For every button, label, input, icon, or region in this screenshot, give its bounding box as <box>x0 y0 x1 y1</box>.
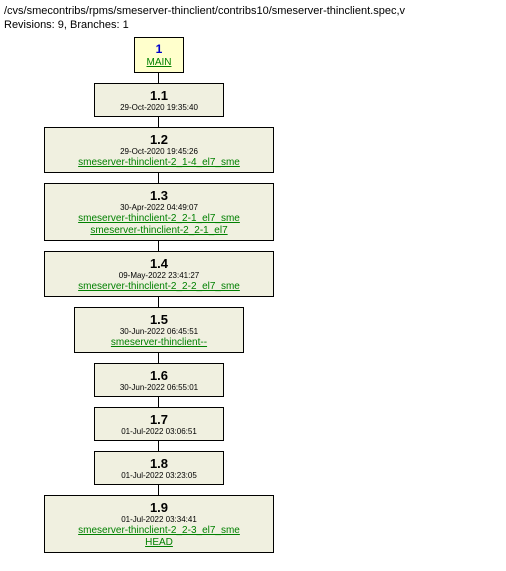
connector <box>158 485 159 495</box>
revision-node[interactable]: 1.129-Oct-2020 19:35:40 <box>94 83 224 117</box>
revision-node[interactable]: 1.530-Jun-2022 06:45:51smeserver-thincli… <box>74 307 244 353</box>
revision-node[interactable]: 1.701-Jul-2022 03:06:51 <box>94 407 224 441</box>
revision-graph: 1 MAIN 1.129-Oct-2020 19:35:401.229-Oct-… <box>4 37 502 553</box>
revision-number[interactable]: 1.1 <box>103 88 215 103</box>
connector <box>158 297 159 307</box>
connector <box>158 73 159 83</box>
connector <box>158 397 159 407</box>
revision-tag[interactable]: smeserver-thinclient-2_2-1_el7 <box>53 224 265 236</box>
revision-number[interactable]: 1.7 <box>103 412 215 427</box>
revision-number[interactable]: 1.9 <box>53 500 265 515</box>
revision-date: 30-Jun-2022 06:55:01 <box>103 383 215 392</box>
revision-date: 30-Jun-2022 06:45:51 <box>83 327 235 336</box>
revision-number[interactable]: 1.3 <box>53 188 265 203</box>
revision-number[interactable]: 1.5 <box>83 312 235 327</box>
revision-tag[interactable]: smeserver-thinclient-2_2-1_el7_sme <box>53 212 265 224</box>
revision-number[interactable]: 1.4 <box>53 256 265 271</box>
revision-number[interactable]: 1.6 <box>103 368 215 383</box>
revision-date: 30-Apr-2022 04:49:07 <box>53 203 265 212</box>
revision-date: 01-Jul-2022 03:34:41 <box>53 515 265 524</box>
branch-node-main[interactable]: 1 MAIN <box>134 37 184 73</box>
revision-date: 01-Jul-2022 03:23:05 <box>103 471 215 480</box>
revision-date: 29-Oct-2020 19:35:40 <box>103 103 215 112</box>
revision-node[interactable]: 1.801-Jul-2022 03:23:05 <box>94 451 224 485</box>
revision-node[interactable]: 1.229-Oct-2020 19:45:26smeserver-thincli… <box>44 127 274 173</box>
revision-tag[interactable]: smeserver-thinclient-2_2-2_el7_sme <box>53 280 265 292</box>
revision-number[interactable]: 1.2 <box>53 132 265 147</box>
connector <box>158 441 159 451</box>
revision-stats: Revisions: 9, Branches: 1 <box>4 18 502 32</box>
connector <box>158 117 159 127</box>
revision-date: 09-May-2022 23:41:27 <box>53 271 265 280</box>
revision-tag[interactable]: smeserver-thinclient-2_1-4_el7_sme <box>53 156 265 168</box>
revision-node[interactable]: 1.409-May-2022 23:41:27smeserver-thincli… <box>44 251 274 297</box>
revision-node[interactable]: 1.330-Apr-2022 04:49:07smeserver-thincli… <box>44 183 274 241</box>
revision-number[interactable]: 1.8 <box>103 456 215 471</box>
revision-node[interactable]: 1.901-Jul-2022 03:34:41smeserver-thincli… <box>44 495 274 553</box>
revision-tag[interactable]: smeserver-thinclient-2_2-3_el7_sme <box>53 524 265 536</box>
revision-tag[interactable]: smeserver-thinclient-- <box>83 336 235 348</box>
connector <box>158 353 159 363</box>
revision-date: 29-Oct-2020 19:45:26 <box>53 147 265 156</box>
revision-node[interactable]: 1.630-Jun-2022 06:55:01 <box>94 363 224 397</box>
revision-date: 01-Jul-2022 03:06:51 <box>103 427 215 436</box>
revision-tag[interactable]: HEAD <box>53 536 265 548</box>
branch-index: 1 <box>143 42 175 56</box>
branch-label[interactable]: MAIN <box>143 56 175 68</box>
connector <box>158 241 159 251</box>
connector <box>158 173 159 183</box>
file-path: /cvs/smecontribs/rpms/smeserver-thinclie… <box>4 4 502 18</box>
